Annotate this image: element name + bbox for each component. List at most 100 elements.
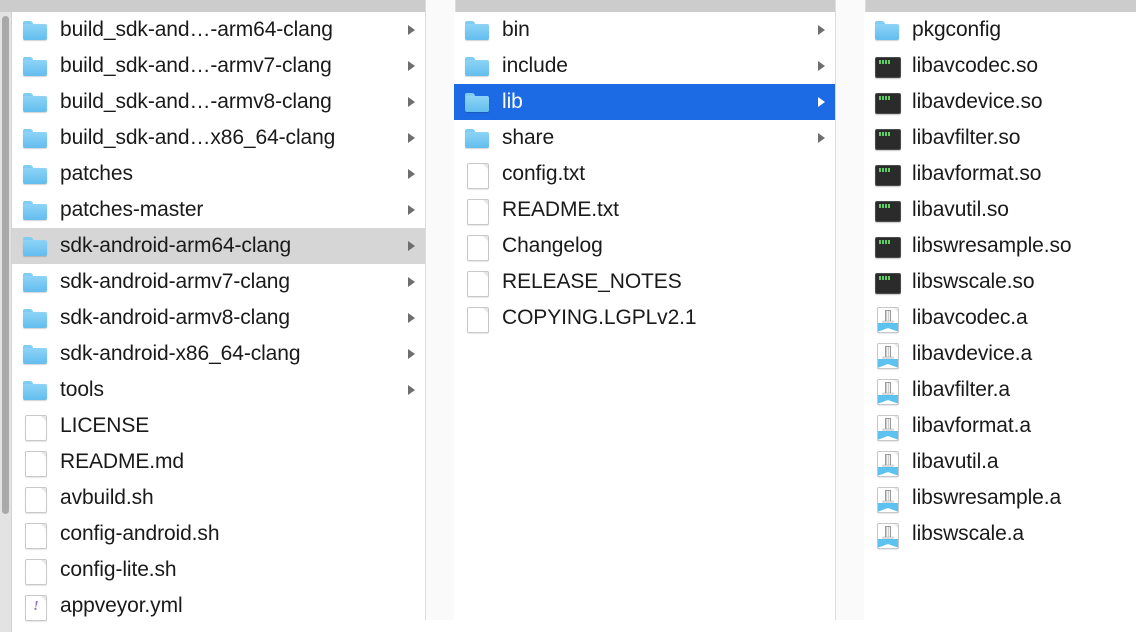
file-name-label: libavformat.so [912, 162, 1042, 185]
file-row[interactable]: share [454, 120, 835, 156]
file-row[interactable]: LICENSE [12, 408, 425, 444]
chevron-right-icon[interactable] [404, 311, 418, 325]
file-row[interactable]: lib [454, 84, 835, 120]
file-name-label: patches-master [60, 198, 204, 221]
file-name-label: tools [60, 378, 104, 401]
chevron-right-icon[interactable] [404, 59, 418, 73]
file-name-label: libswresample.so [912, 234, 1072, 257]
file-row[interactable]: build_sdk-and…-arm64-clang [12, 12, 425, 48]
file-name-label: config-lite.sh [60, 558, 177, 581]
file-row[interactable]: sdk-android-armv7-clang [12, 264, 425, 300]
file-row[interactable]: patches [12, 156, 425, 192]
finder-column-2[interactable]: bin include lib share config.txt README.txt Ch… [454, 12, 835, 632]
file-name-label: bin [502, 18, 530, 41]
file-row[interactable]: README.txt [454, 192, 835, 228]
file-name-label: README.md [60, 450, 184, 473]
file-name-label: build_sdk-and…-armv8-clang [60, 90, 332, 113]
archive-icon [874, 413, 900, 441]
file-row[interactable]: sdk-android-arm64-clang [12, 228, 425, 264]
file-row[interactable]: bin [454, 12, 835, 48]
file-name-label: lib [502, 90, 523, 113]
file-row[interactable]: config-android.sh [12, 516, 425, 552]
folder-icon [22, 377, 48, 403]
file-row[interactable]: RELEASE_NOTES [454, 264, 835, 300]
chevron-right-icon[interactable] [404, 383, 418, 397]
file-name-label: libswresample.a [912, 486, 1062, 509]
chevron-right-icon[interactable] [404, 167, 418, 181]
file-row[interactable]: config-lite.sh [12, 552, 425, 588]
chevron-right-icon[interactable] [814, 95, 828, 109]
file-row[interactable]: libavformat.so [864, 156, 1136, 192]
file-row[interactable]: build_sdk-and…x86_64-clang [12, 120, 425, 156]
file-row[interactable]: libswresample.a [864, 480, 1136, 516]
file-row[interactable]: libavdevice.so [864, 84, 1136, 120]
file-name-label: build_sdk-and…x86_64-clang [60, 126, 336, 149]
file-name-label: sdk-android-armv8-clang [60, 306, 290, 329]
file-row[interactable]: libavdevice.a [864, 336, 1136, 372]
file-row[interactable]: libswresample.so [864, 228, 1136, 264]
folder-icon [464, 125, 490, 151]
file-name-label: libavformat.a [912, 414, 1031, 437]
file-name-label: build_sdk-and…-arm64-clang [60, 18, 333, 41]
file-row[interactable]: libavfilter.so [864, 120, 1136, 156]
markdown-document-icon [22, 449, 48, 477]
folder-icon [464, 53, 490, 79]
file-name-label: sdk-android-x86_64-clang [60, 342, 301, 365]
folder-icon [464, 17, 490, 43]
chevron-right-icon[interactable] [404, 203, 418, 217]
file-name-label: libavdevice.so [912, 90, 1043, 113]
file-row[interactable]: libavformat.a [864, 408, 1136, 444]
chevron-right-icon[interactable] [404, 95, 418, 109]
archive-icon [874, 485, 900, 513]
file-row[interactable]: include [454, 48, 835, 84]
finder-column-3[interactable]: pkgconfig libavcodec.so libavdevice.so liba… [864, 12, 1136, 632]
column-view-container: build_sdk-and…-arm64-clang build_sdk-and…… [0, 12, 1136, 632]
file-row[interactable]: libavcodec.a [864, 300, 1136, 336]
folder-icon [22, 269, 48, 295]
chevron-right-icon[interactable] [404, 347, 418, 361]
terminal-icon [874, 161, 901, 187]
file-row[interactable]: tools [12, 372, 425, 408]
terminal-icon [874, 53, 901, 79]
folder-icon [22, 233, 48, 259]
file-row[interactable]: libswscale.so [864, 264, 1136, 300]
file-row[interactable]: build_sdk-and…-armv7-clang [12, 48, 425, 84]
terminal-icon [874, 125, 901, 151]
file-row[interactable]: ! appveyor.yml [12, 588, 425, 624]
file-row[interactable]: libswscale.a [864, 516, 1136, 552]
file-row[interactable]: libavutil.so [864, 192, 1136, 228]
file-row[interactable]: Changelog [454, 228, 835, 264]
file-row[interactable]: avbuild.sh [12, 480, 425, 516]
file-row[interactable]: README.md [12, 444, 425, 480]
file-name-label: libavfilter.a [912, 378, 1010, 401]
document-icon [22, 413, 48, 441]
terminal-icon [874, 269, 901, 295]
chevron-right-icon[interactable] [404, 131, 418, 145]
file-row[interactable]: config.txt [454, 156, 835, 192]
file-row[interactable]: libavutil.a [864, 444, 1136, 480]
finder-column-1[interactable]: build_sdk-and…-arm64-clang build_sdk-and…… [12, 12, 425, 632]
chevron-right-icon[interactable] [404, 23, 418, 37]
file-row[interactable]: COPYING.LGPLv2.1 [454, 300, 835, 336]
document-icon [22, 557, 48, 585]
file-row[interactable]: sdk-android-armv8-clang [12, 300, 425, 336]
file-row[interactable]: patches-master [12, 192, 425, 228]
file-name-label: sdk-android-arm64-clang [60, 234, 292, 257]
terminal-icon [874, 233, 901, 259]
chevron-right-icon[interactable] [814, 59, 828, 73]
file-name-label: COPYING.LGPLv2.1 [502, 306, 697, 329]
chevron-right-icon[interactable] [814, 23, 828, 37]
file-row[interactable]: pkgconfig [864, 12, 1136, 48]
file-name-label: appveyor.yml [60, 594, 183, 617]
file-row[interactable]: sdk-android-x86_64-clang [12, 336, 425, 372]
file-row[interactable]: libavfilter.a [864, 372, 1136, 408]
folder-icon [22, 161, 48, 187]
chevron-right-icon[interactable] [404, 239, 418, 253]
file-name-label: sdk-android-armv7-clang [60, 270, 290, 293]
file-name-label: libswscale.a [912, 522, 1025, 545]
chevron-right-icon[interactable] [404, 275, 418, 289]
file-row[interactable]: libavcodec.so [864, 48, 1136, 84]
document-icon [464, 305, 490, 333]
chevron-right-icon[interactable] [814, 131, 828, 145]
file-row[interactable]: build_sdk-and…-armv8-clang [12, 84, 425, 120]
